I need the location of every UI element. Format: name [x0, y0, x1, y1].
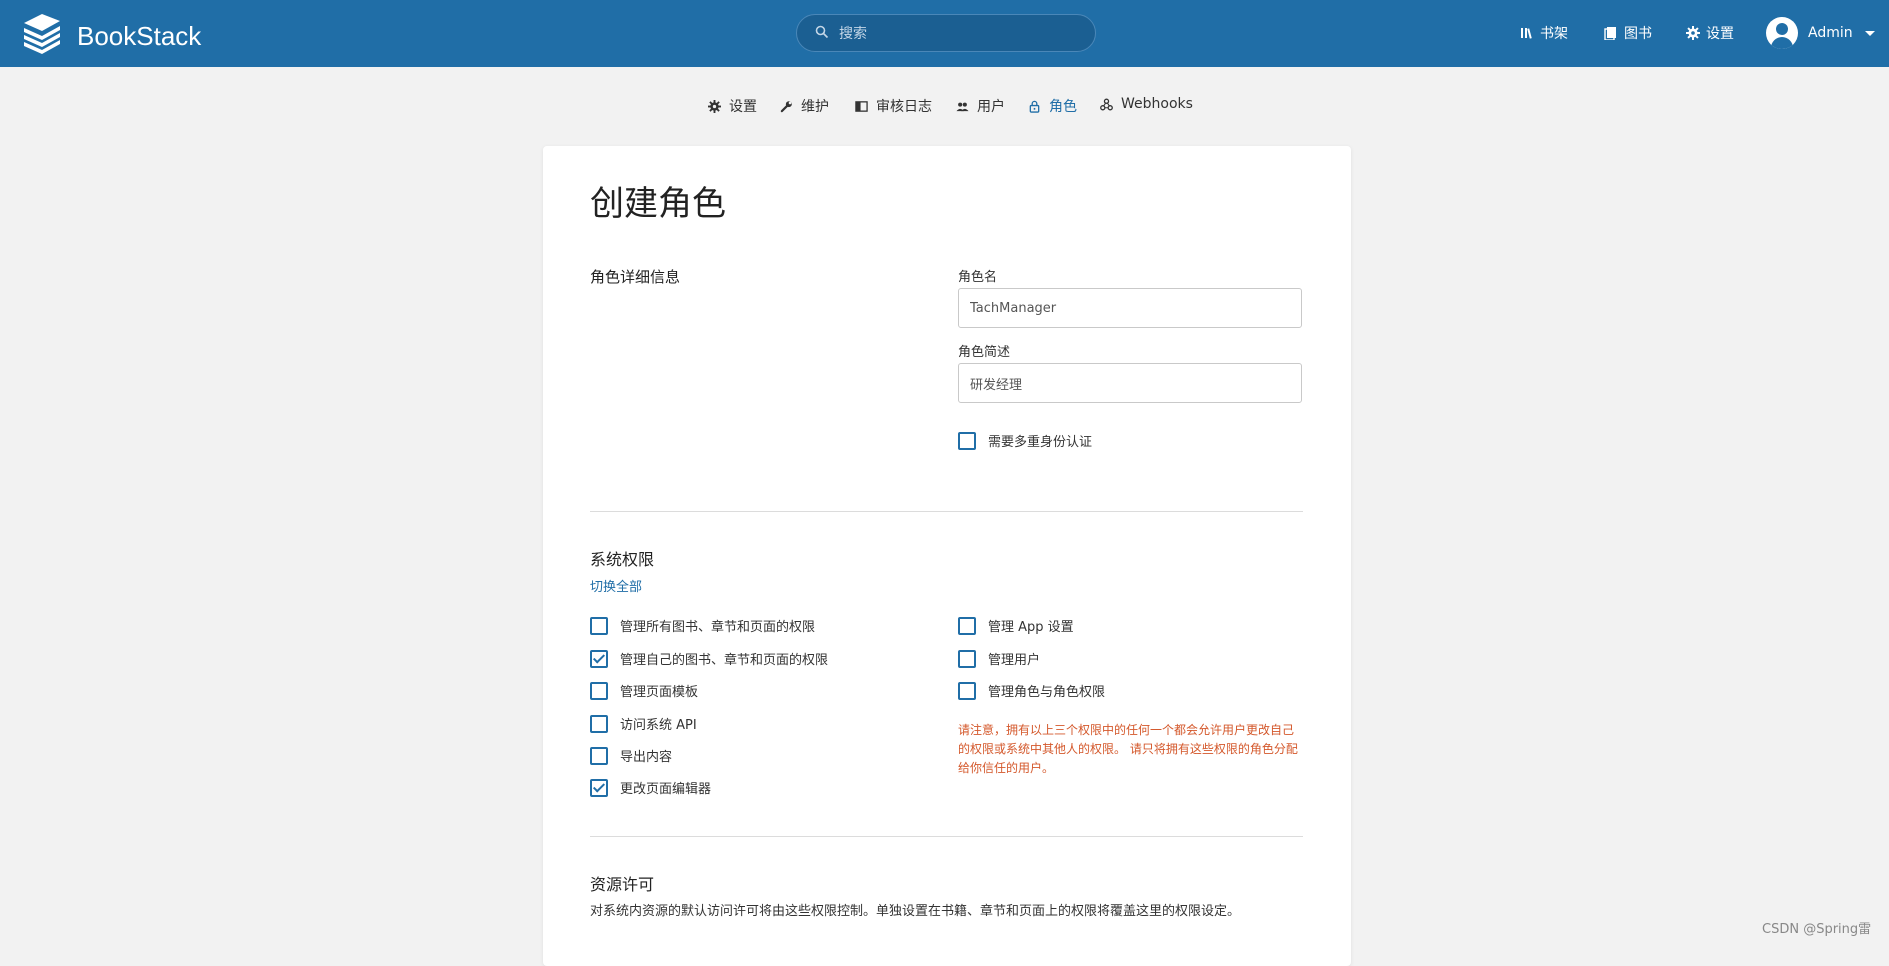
caret-down-icon: [1864, 30, 1875, 36]
permission-checkbox[interactable]: [958, 681, 976, 700]
permission-checkbox[interactable]: [958, 616, 976, 635]
tab-webhooks[interactable]: Webhooks: [1100, 96, 1193, 112]
user-menu[interactable]: Admin: [1766, 17, 1875, 49]
role-description-label: 角色简述: [958, 345, 1011, 360]
search-input[interactable]: [837, 21, 1081, 47]
tab-audit-log-label: 审核日志: [876, 99, 932, 115]
app-name: BookStack: [77, 20, 202, 51]
avatar: [1766, 17, 1798, 49]
permission-label: 导出内容: [620, 750, 673, 765]
permission-row[interactable]: 访问系统 API: [590, 714, 697, 733]
user-name: Admin: [1808, 25, 1853, 41]
tab-maintenance[interactable]: 维护: [780, 96, 829, 116]
mfa-checkbox-row[interactable]: 需要多重身份认证: [958, 431, 1092, 450]
permission-label: 管理自己的图书、章节和页面的权限: [620, 653, 829, 668]
gear-icon: [708, 99, 721, 113]
system-permissions-heading: 系统权限: [590, 550, 655, 569]
divider: [590, 511, 1303, 512]
nav-shelves[interactable]: 书架: [1520, 23, 1568, 43]
nav-settings[interactable]: 设置: [1686, 23, 1734, 43]
lock-icon: [1029, 100, 1040, 113]
mfa-checkbox[interactable]: [958, 431, 976, 450]
permission-checkbox[interactable]: [590, 746, 608, 765]
permission-label: 更改页面编辑器: [620, 782, 712, 797]
permission-label: 管理页面模板: [620, 685, 699, 700]
permission-row[interactable]: 管理角色与角色权限: [958, 681, 1105, 700]
role-name-label: 角色名: [958, 270, 998, 285]
permission-label: 管理角色与角色权限: [988, 685, 1106, 700]
top-header: BookStack 书架 图书: [0, 0, 1889, 67]
role-description-input[interactable]: [958, 363, 1302, 403]
books-icon: [1604, 27, 1616, 40]
permission-label: 管理 App 设置: [988, 620, 1074, 635]
watermark: CSDN @Spring雷: [1762, 922, 1872, 937]
webhook-icon: [1100, 98, 1113, 110]
tab-settings[interactable]: 设置: [708, 96, 757, 116]
permission-checkbox[interactable]: [590, 616, 608, 635]
permission-checkbox[interactable]: [590, 714, 608, 733]
permission-warning-text: 请注意，拥有以上三个权限中的任何一个都会允许用户更改自己的权限或系统中其他人的权…: [958, 723, 1298, 775]
audit-log-icon: [855, 100, 868, 112]
settings-nav: 设置 维护 审核日志 用户 角色 Webhooks: [0, 96, 1889, 118]
permission-label: 管理所有图书、章节和页面的权限: [620, 620, 816, 635]
gear-icon: [1686, 26, 1700, 40]
page-title: 创建角色: [590, 184, 726, 224]
toggle-all-link[interactable]: 切换全部: [590, 576, 642, 595]
tab-audit-log[interactable]: 审核日志: [855, 96, 932, 116]
nav-settings-label: 设置: [1706, 26, 1734, 42]
permission-row[interactable]: 管理页面模板: [590, 681, 698, 700]
shelves-icon: [1521, 28, 1532, 39]
wrench-icon: [780, 100, 792, 112]
tab-users-label: 用户: [977, 99, 1005, 115]
asset-permissions-description: 对系统内资源的默认访问许可将由这些权限控制。单独设置在书籍、章节和页面上的权限将…: [590, 904, 1241, 919]
nav-shelves-label: 书架: [1540, 26, 1568, 42]
permission-checkbox[interactable]: [590, 649, 608, 668]
divider: [590, 836, 1303, 837]
tab-users[interactable]: 用户: [956, 96, 1005, 116]
asset-permissions-heading: 资源许可: [590, 875, 655, 894]
permission-label: 管理用户: [988, 653, 1041, 668]
permission-row[interactable]: 管理用户: [958, 649, 1040, 668]
permission-checkbox[interactable]: [590, 681, 608, 700]
permission-label: 访问系统 API: [620, 718, 697, 733]
role-name-input[interactable]: [958, 288, 1302, 328]
permission-row[interactable]: 管理自己的图书、章节和页面的权限: [590, 649, 828, 668]
app-logo[interactable]: BookStack: [20, 14, 201, 58]
search-box[interactable]: [796, 14, 1096, 52]
tab-webhooks-label: Webhooks: [1121, 96, 1193, 112]
bookstack-logo-icon: [20, 14, 64, 58]
tab-maintenance-label: 维护: [801, 99, 829, 115]
search-icon: [815, 25, 829, 39]
nav-books-label: 图书: [1624, 26, 1652, 42]
permission-row[interactable]: 管理 App 设置: [958, 616, 1074, 635]
nav-books[interactable]: 图书: [1604, 23, 1652, 43]
tab-settings-label: 设置: [729, 99, 757, 115]
tab-roles[interactable]: 角色: [1028, 96, 1077, 116]
permission-checkbox[interactable]: [590, 778, 608, 797]
permission-row[interactable]: 导出内容: [590, 746, 672, 765]
permission-row[interactable]: 更改页面编辑器: [590, 778, 711, 797]
role-details-heading: 角色详细信息: [590, 268, 681, 286]
tab-roles-label: 角色: [1049, 99, 1077, 115]
permission-row[interactable]: 管理所有图书、章节和页面的权限: [590, 616, 815, 635]
users-icon: [956, 102, 969, 111]
permission-checkbox[interactable]: [958, 649, 976, 668]
mfa-label: 需要多重身份认证: [988, 435, 1093, 450]
